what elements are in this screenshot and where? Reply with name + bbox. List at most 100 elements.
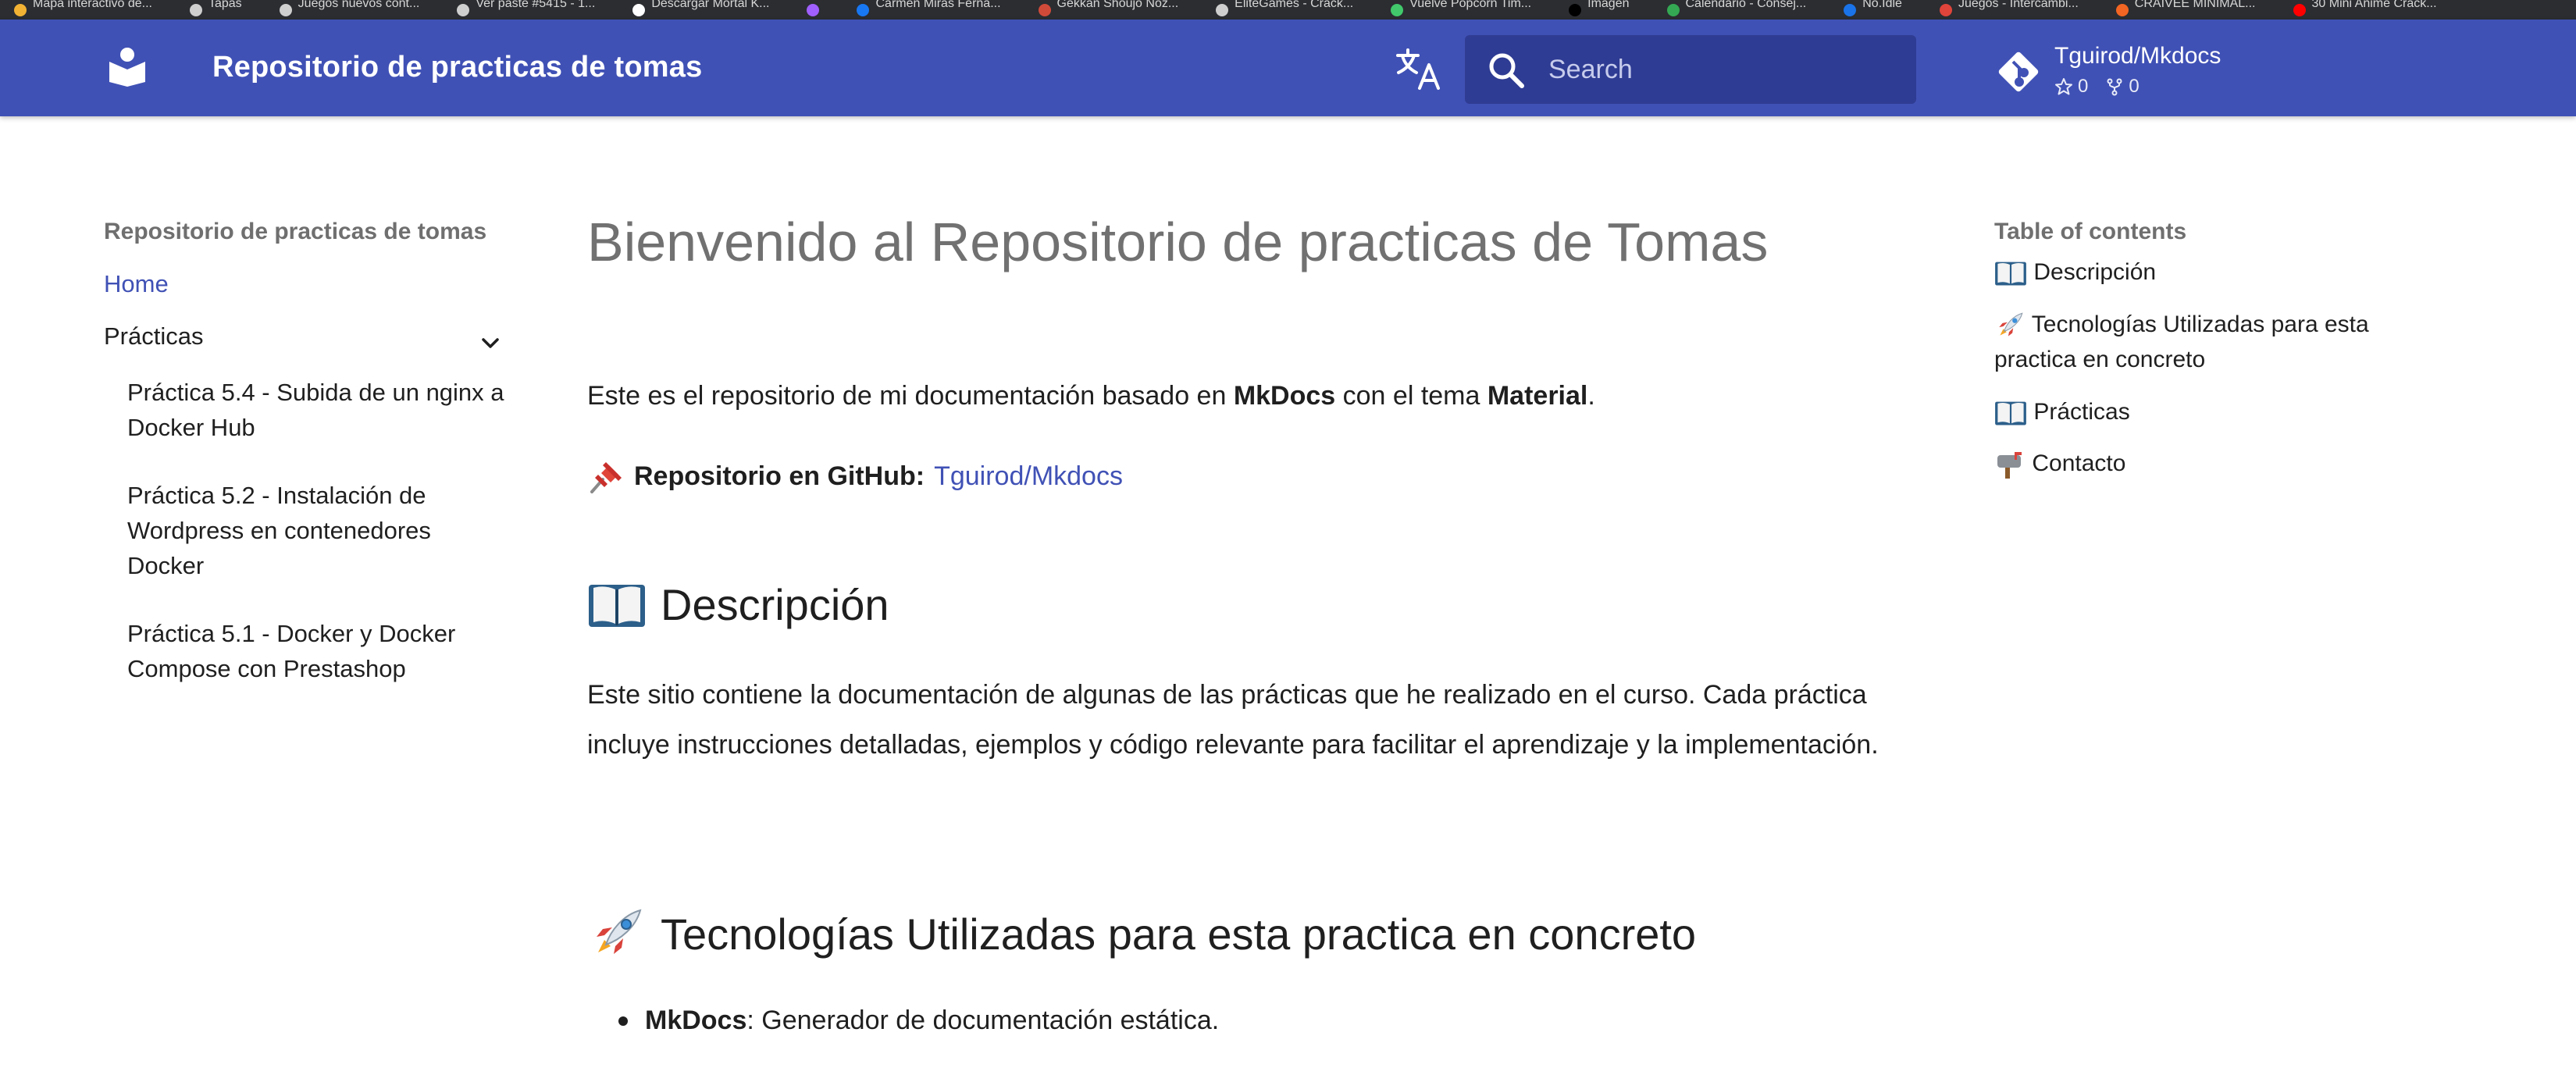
bookmark-favicon-icon <box>279 3 292 16</box>
tech-list-text: MkDocs: Generador de documentación estát… <box>645 1006 1219 1036</box>
repo-stars: 0 <box>2054 76 2088 98</box>
bookmark-item[interactable]: Carmen Mirás Ferná... <box>857 0 1001 20</box>
toc-item-label: Prácticas <box>2033 399 2130 425</box>
bookmark-favicon-icon <box>457 3 470 16</box>
chevron-down-icon[interactable] <box>477 330 504 357</box>
bookmark-label: Ver paste #5415 - 1... <box>476 0 596 10</box>
bookmark-item[interactable]: Juegos nuevos cont... <box>279 0 420 20</box>
bookmark-item[interactable]: Calendario - Consej... <box>1666 0 1807 20</box>
bookmark-favicon-icon <box>1666 3 1680 16</box>
bookmark-item[interactable]: Juegos - Intercambi... <box>1939 0 2079 20</box>
tech-desc: : Generador de documentación estática. <box>746 1006 1220 1035</box>
bookmark-item[interactable]: Vuelve Popcorn Tim... <box>1391 0 1531 20</box>
repo-label: Repositorio en GitHub: <box>634 461 925 491</box>
bookmark-label: Juegos - Intercambi... <box>1958 0 2079 10</box>
heading-tecnologias: Tecnologías Utilizadas para esta practic… <box>587 904 1696 963</box>
heading-tecnologias-text: Tecnologías Utilizadas para esta practic… <box>661 909 1697 959</box>
intro-paragraph: Este es el repositorio de mi documentaci… <box>587 371 1595 421</box>
bookmark-item[interactable]: Gekkan Shoujo Noz... <box>1038 0 1179 20</box>
primary-nav: Repositorio de practicas de tomas Home P… <box>104 219 510 682</box>
repo-forks: 0 <box>2105 76 2140 98</box>
bookmark-item[interactable]: Ver paste #5415 - 1... <box>457 0 595 20</box>
table-of-contents: Table of contents Descripción Tecnología… <box>1994 219 2432 479</box>
fork-icon <box>2107 78 2122 96</box>
toc-item-descripcion[interactable]: Descripción <box>1994 255 2432 290</box>
bookmark-label: EliteGames - Crack... <box>1235 0 1354 10</box>
bookmark-favicon-icon <box>2293 3 2306 16</box>
bookmark-favicon-icon <box>189 3 202 16</box>
intro-end: . <box>1587 381 1595 411</box>
bookmark-label: CRAIVEE MINIMAL... <box>2134 0 2256 10</box>
rocket-emoji <box>1999 312 2023 336</box>
heading-descripcion-text: Descripción <box>661 580 889 629</box>
bookmarks-bar: Mapa interactivo de... Tapas Juegos nuevos… <box>0 0 2576 20</box>
bullet <box>618 1016 628 1026</box>
bookmark-label: 30 Mini Anime Crack... <box>2311 0 2437 10</box>
bookmark-item[interactable]: Descargar Mortal K... <box>632 0 769 20</box>
open-book-emoji <box>1995 401 2026 425</box>
bookmark-item[interactable]: Mapa interactivo de... <box>14 0 152 20</box>
bookmark-item[interactable]: Imagen <box>1569 0 1630 20</box>
bookmark-favicon-icon <box>2115 3 2129 16</box>
nav-group-practicas[interactable]: Prácticas <box>104 322 510 351</box>
nav-item-home[interactable]: Home <box>104 270 169 298</box>
toc-item-tecnologias[interactable]: Tecnologías Utilizadas para esta practic… <box>1994 307 2432 377</box>
bookmark-item[interactable]: CRAIVEE MINIMAL... <box>2115 0 2256 20</box>
bookmark-label: Gekkan Shoujo Noz... <box>1056 0 1179 10</box>
toc-item-label: Tecnologías Utilizadas para esta practic… <box>1994 311 2369 372</box>
repo-name: Tguirod/Mkdocs <box>2054 43 2221 69</box>
intro-material: Material <box>1487 381 1588 411</box>
toc-item-practicas[interactable]: Prácticas <box>1994 394 2432 429</box>
tech-list-item: MkDocs: Generador de documentación estát… <box>618 1006 1219 1036</box>
toc-title: Table of contents <box>1994 219 2187 244</box>
bookmark-label: Calendario - Consej... <box>1685 0 1807 10</box>
bookmark-label: No.Idle <box>1862 0 1902 10</box>
bookmark-favicon-icon <box>1216 3 1229 16</box>
bookmark-item[interactable]: No.Idle <box>1844 0 1902 20</box>
intro-mid-text: con el tema <box>1335 381 1488 411</box>
site-title[interactable]: Repositorio de practicas de tomas <box>212 51 702 84</box>
bookmark-favicon-icon <box>632 3 646 16</box>
nav-title: Repositorio de practicas de tomas <box>104 219 487 244</box>
search-box[interactable]: Search <box>1465 35 1916 104</box>
book-reader-icon[interactable] <box>108 46 147 87</box>
nav-item-practica-5-2[interactable]: Práctica 5.2 - Instalación de Wordpress … <box>127 478 510 583</box>
bookmark-item[interactable]: 30 Mini Anime Crack... <box>2293 0 2437 20</box>
repo-paragraph: Repositorio en GitHub: Tguirod/Mkdocs <box>587 451 1123 501</box>
bookmark-label: Mapa interactivo de... <box>33 0 152 10</box>
intro-text: Este es el repositorio de mi documentaci… <box>587 381 1234 411</box>
mailbox-emoji <box>1997 452 2022 479</box>
bookmark-favicon-icon <box>14 3 27 16</box>
repo-facts: 0 0 <box>2054 76 2140 98</box>
toc-item-contacto[interactable]: Contacto <box>1994 446 2432 481</box>
bookmark-item[interactable] <box>807 0 820 20</box>
site-header: Repositorio de practicas de tomas Search… <box>0 20 2576 116</box>
rocket-emoji <box>597 909 642 954</box>
bookmark-label: Juegos nuevos cont... <box>298 0 420 10</box>
bookmark-label: Vuelve Popcorn Tim... <box>1409 0 1532 10</box>
star-icon <box>2055 78 2072 95</box>
pushpin-emoji <box>590 462 622 493</box>
toc-item-label: Contacto <box>2032 450 2126 476</box>
bookmark-item[interactable]: EliteGames - Crack... <box>1216 0 1353 20</box>
heading-descripcion: Descripción <box>587 579 889 630</box>
bookmark-favicon-icon <box>1569 3 1582 16</box>
bookmark-item[interactable]: Tapas <box>189 0 242 20</box>
descripcion-paragraph: Este sitio contiene la documentación de … <box>587 680 1879 760</box>
bookmark-favicon-icon <box>1844 3 1857 16</box>
bookmark-favicon-icon <box>1939 3 1952 16</box>
page-title: Bienvenido al Repositorio de practicas d… <box>587 212 1769 272</box>
translate-icon[interactable] <box>1395 46 1441 93</box>
repo-github-link[interactable]: Tguirod/Mkdocs <box>934 451 1123 501</box>
forks-count: 0 <box>2129 76 2140 97</box>
nav-item-practica-5-1[interactable]: Práctica 5.1 - Docker y Docker Compose c… <box>127 616 510 686</box>
intro-mkdocs: MkDocs <box>1233 381 1336 411</box>
bookmark-label: Descargar Mortal K... <box>651 0 770 10</box>
git-icon <box>1998 52 2039 92</box>
bookmark-label: Imagen <box>1587 0 1630 10</box>
search-icon <box>1489 53 1524 88</box>
toc-item-label: Descripción <box>2033 259 2157 285</box>
nav-item-practica-5-4[interactable]: Práctica 5.4 - Subida de un nginx a Dock… <box>127 375 510 445</box>
bookmark-label: Tapas <box>208 0 242 10</box>
open-book-emoji <box>589 584 645 627</box>
